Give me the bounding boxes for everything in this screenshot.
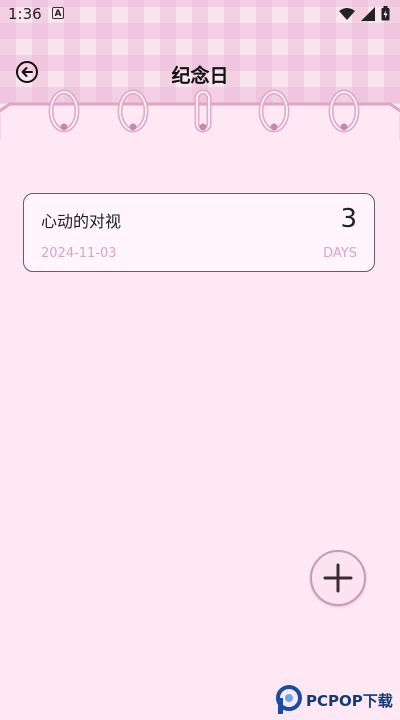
notification-icon: A <box>52 7 64 19</box>
add-anniversary-button[interactable] <box>310 550 366 606</box>
anniversary-date: 2024-11-03 <box>41 246 117 261</box>
spiral-binding <box>48 89 360 133</box>
anniversary-unit: DAYS <box>323 246 357 261</box>
status-time: 1:36 <box>8 5 42 23</box>
binding-ring <box>117 89 149 133</box>
status-icons <box>339 6 390 21</box>
status-bar: 1:36 A <box>0 0 400 28</box>
watermark: PCPOP下载 <box>276 684 396 716</box>
anniversary-card[interactable]: 心动的对视 3 2024-11-03 DAYS <box>23 193 375 272</box>
binding-ring <box>48 89 80 133</box>
binding-ring <box>194 89 212 133</box>
wifi-icon <box>339 7 355 20</box>
page-title: 纪念日 <box>171 65 229 87</box>
plus-icon <box>323 563 353 593</box>
anniversary-day-count: 3 <box>340 204 357 234</box>
binding-ring <box>258 89 290 133</box>
signal-icon <box>361 6 375 21</box>
battery-icon <box>381 6 390 21</box>
binding-ring <box>328 89 360 133</box>
watermark-text: PCPOP下载 <box>306 691 393 710</box>
pcpop-logo-icon <box>276 685 302 714</box>
anniversary-name: 心动的对视 <box>41 212 122 231</box>
